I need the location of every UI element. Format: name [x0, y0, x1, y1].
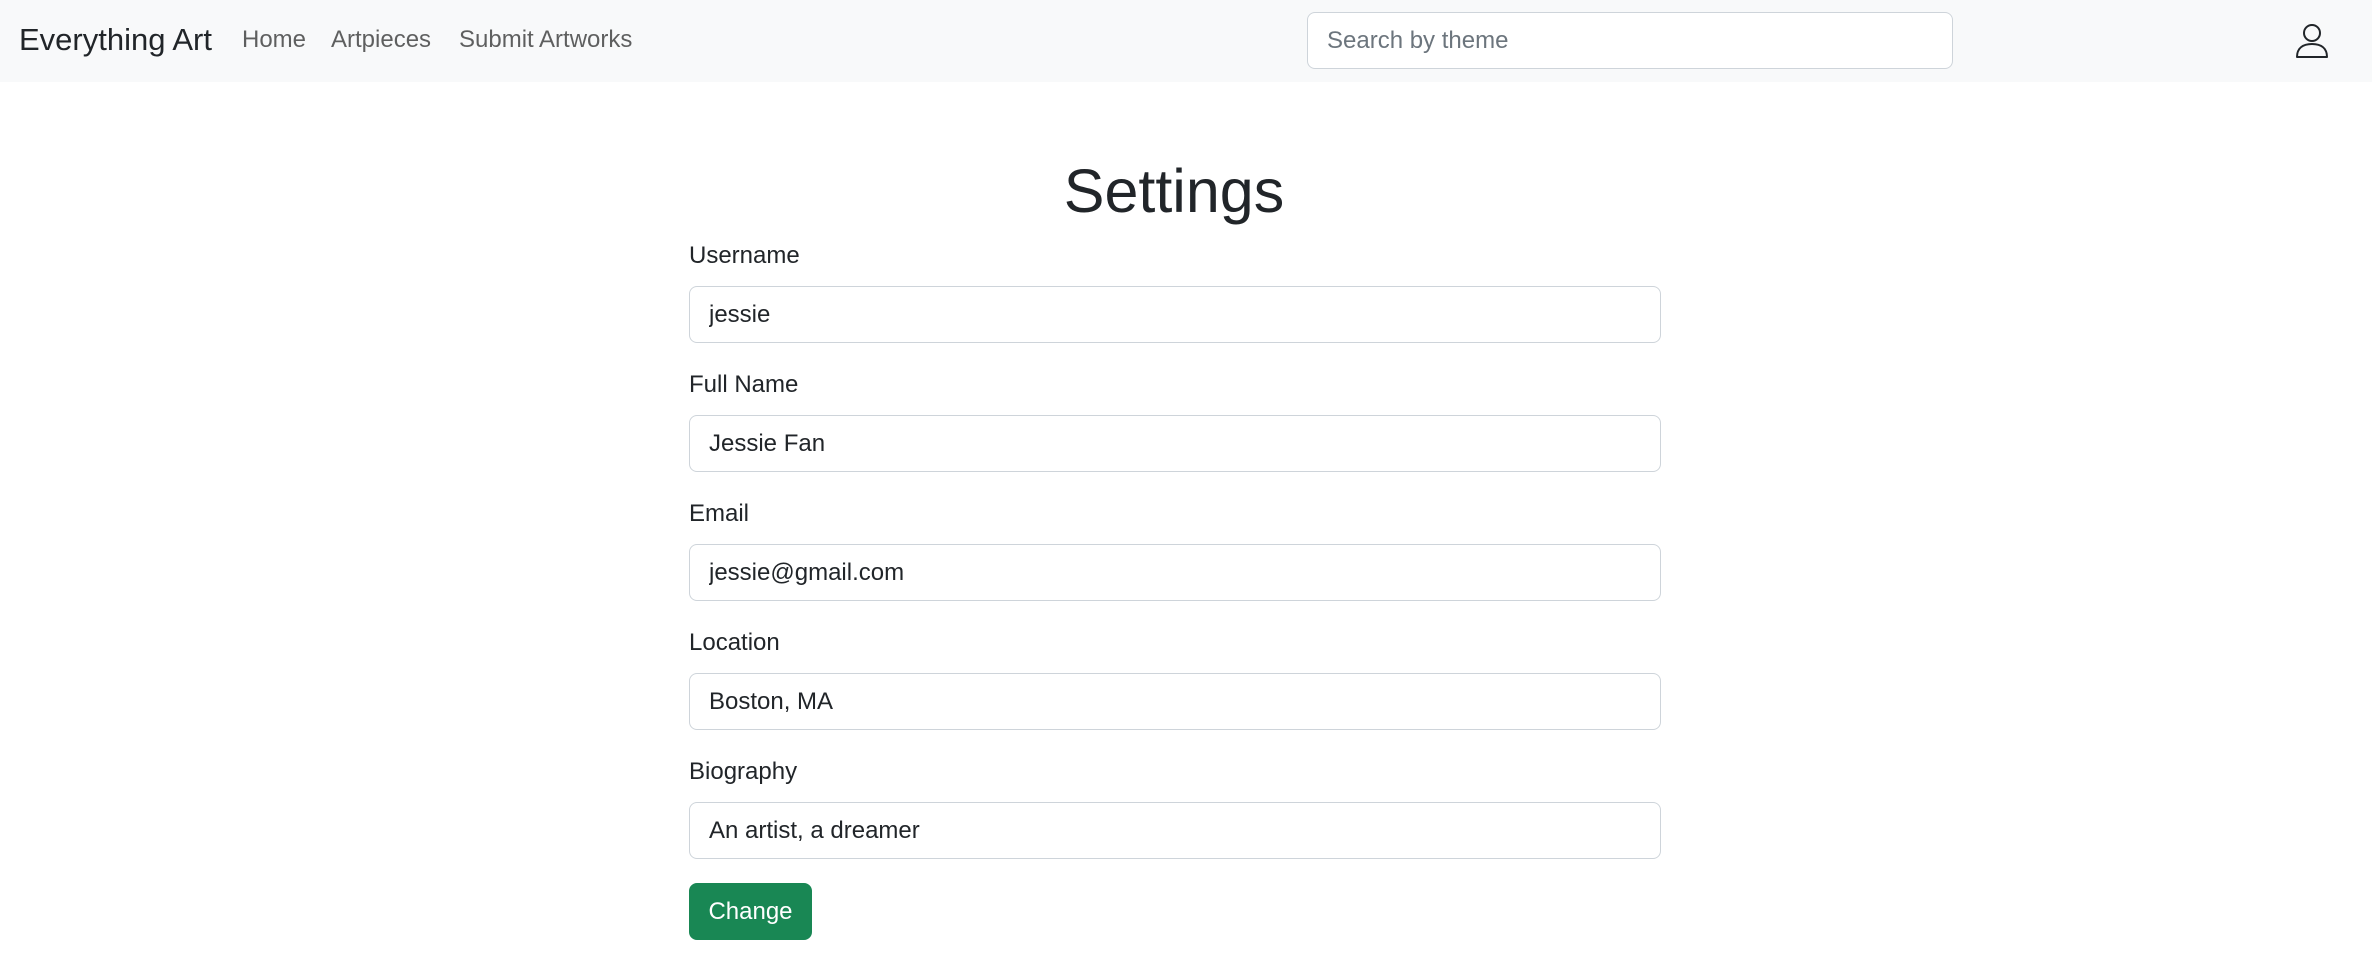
brand-logo-link[interactable]: Everything Art [19, 19, 212, 61]
email-field[interactable] [689, 544, 1661, 601]
full-name-field[interactable] [689, 415, 1661, 472]
username-label: Username [689, 242, 800, 269]
search-input[interactable] [1307, 12, 1953, 69]
user-profile-button[interactable] [2293, 22, 2331, 60]
nav-link-home[interactable]: Home [242, 23, 306, 57]
location-label: Location [689, 629, 780, 656]
email-label: Email [689, 500, 750, 527]
nav-link-submit-artworks[interactable]: Submit Artworks [459, 23, 632, 57]
biography-label: Biography [689, 758, 798, 785]
change-button[interactable]: Change [689, 883, 812, 940]
full-name-label: Full Name [689, 371, 799, 398]
biography-field[interactable] [689, 802, 1661, 859]
person-icon [2296, 24, 2328, 58]
location-field[interactable] [689, 673, 1661, 730]
username-field[interactable] [689, 286, 1661, 343]
nav-link-artpieces[interactable]: Artpieces [331, 23, 431, 57]
page-title: Settings [1063, 157, 1285, 225]
top-navbar: Everything Art Home Artpieces Submit Art… [0, 0, 2372, 82]
